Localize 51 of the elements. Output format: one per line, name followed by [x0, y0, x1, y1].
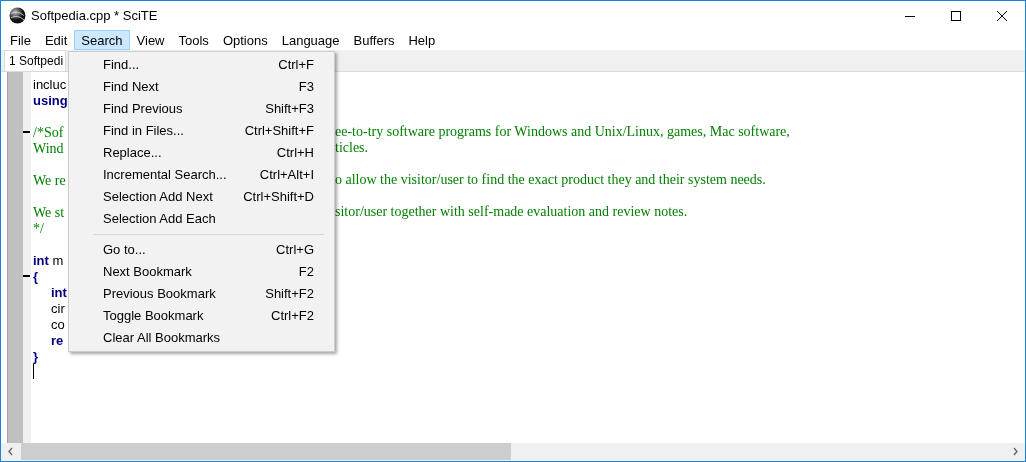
menu-option[interactable]: Find Previous Shift+F3 — [69, 98, 334, 120]
maximize-icon — [951, 10, 961, 21]
menu-item[interactable]: Edit — [37, 30, 75, 50]
code-text: { — [33, 268, 39, 284]
menu-item[interactable]: Tools — [171, 30, 216, 50]
code-text: cir — [51, 300, 65, 316]
code-text: int m — [33, 252, 64, 268]
code-comment: Wind — [33, 140, 64, 156]
menu-option[interactable]: Next Bookmark F2 — [69, 261, 334, 283]
code-comment: o allow the visitor/user to find the exact product they and their system needs. — [335, 172, 766, 188]
fold-marker-icon[interactable] — [23, 131, 30, 133]
menu-option[interactable]: Replace... Ctrl+H — [69, 142, 334, 164]
menu-item[interactable]: Language — [274, 30, 347, 50]
code-text: re — [51, 332, 64, 348]
menu-option[interactable]: Go to... Ctrl+G — [69, 239, 334, 261]
window-title: Softpedia.cpp * SciTE — [31, 6, 158, 25]
code-comment: ee-to-try software programs for Windows and Unix/Linux, games, Mac software, — [335, 124, 790, 140]
menu-option[interactable]: Clear All Bookmarks — [69, 327, 334, 349]
menu-item[interactable]: View — [129, 30, 172, 50]
menu-item[interactable]: Help — [401, 30, 443, 50]
scroll-right-icon[interactable] — [1012, 447, 1019, 456]
code-comment: We re — [33, 172, 66, 188]
menu-item[interactable]: Buffers — [346, 30, 402, 50]
code-comment: We st — [33, 204, 65, 220]
menu-option[interactable]: Selection Add Each — [69, 208, 334, 230]
menu-item[interactable]: File — [3, 30, 38, 50]
menu-item[interactable]: Search — [74, 30, 130, 50]
text-cursor — [33, 364, 34, 379]
code-text: using — [33, 92, 68, 108]
code-text: } — [33, 348, 39, 364]
menu-option[interactable]: Find Next F3 — [69, 76, 334, 98]
scrollbar-thumb[interactable] — [21, 443, 511, 460]
code-comment: sitor/user together with self-made evaluation and review notes. — [335, 204, 688, 220]
code-comment: */ — [33, 220, 44, 236]
file-tab[interactable]: 1 Softpedi — [4, 50, 66, 71]
scroll-left-icon[interactable] — [7, 447, 14, 456]
fold-marker-icon[interactable] — [23, 275, 30, 277]
code-comment: ticles. — [335, 140, 369, 156]
menu-option[interactable]: Selection Add Next Ctrl+Shift+D — [69, 186, 334, 208]
menu-item[interactable]: Options — [215, 30, 275, 50]
app-icon — [9, 7, 26, 24]
menu-option[interactable]: Find... Ctrl+F — [69, 54, 334, 76]
code-text: co — [51, 316, 65, 332]
code-text: int — [51, 284, 67, 300]
menu-option[interactable]: Previous Bookmark Shift+F2 — [69, 283, 334, 305]
code-text: incluc — [33, 76, 67, 92]
close-icon — [997, 10, 1007, 21]
code-comment: /*Sof — [33, 124, 64, 140]
menu-option[interactable]: Incremental Search... Ctrl+Alt+I — [69, 164, 334, 186]
menu-option[interactable]: Find in Files... Ctrl+Shift+F — [69, 120, 334, 142]
menu-option[interactable]: Toggle Bookmark Ctrl+F2 — [69, 305, 334, 327]
